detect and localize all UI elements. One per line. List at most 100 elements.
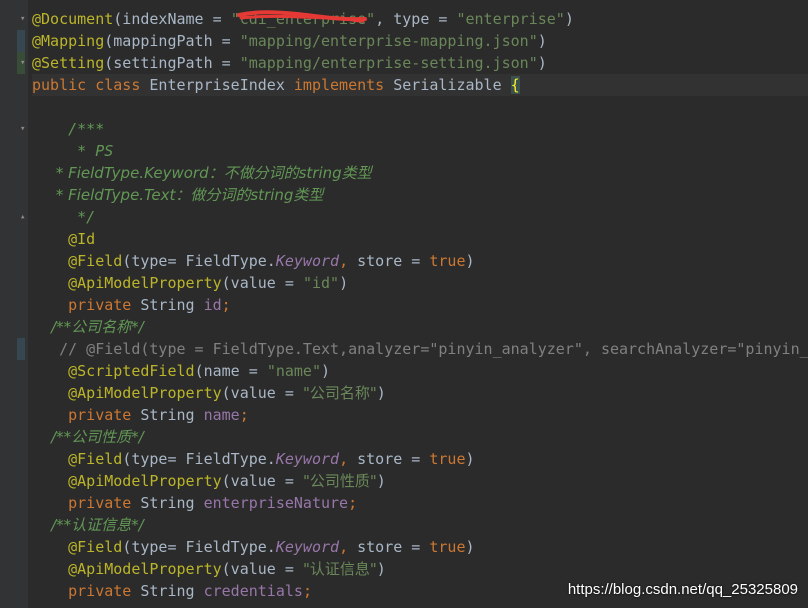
code-token: /***	[32, 120, 105, 138]
code-line-setting-annotation[interactable]: @Setting(settingPath = "mapping/enterpri…	[32, 52, 808, 74]
code-line-mapping-annotation[interactable]: @Mapping(mappingPath = "mapping/enterpri…	[32, 30, 808, 52]
code-token: @ApiModelProperty	[68, 384, 222, 402]
line-gutter[interactable]: ▾ ▾ ▾ ▴	[0, 0, 28, 608]
code-token: "mapping/enterprise-mapping.json"	[239, 32, 538, 50]
code-token: (value =	[221, 274, 303, 292]
code-line-annotation[interactable]: @Field(type= FieldType.Keyword, store = …	[32, 250, 808, 272]
code-line-class-declaration[interactable]: public class EnterpriseIndex implements …	[32, 74, 808, 96]
code-token: (type= FieldType.	[122, 538, 276, 556]
code-token: "id"	[302, 274, 340, 292]
code-token: )	[537, 32, 547, 50]
code-token: Keyword	[275, 450, 340, 468]
code-line-annotation[interactable]: @Id	[32, 228, 808, 250]
code-line-annotation[interactable]: @ApiModelProperty(value = "认证信息")	[32, 558, 808, 580]
code-lines[interactable]: @Document(indexName = "cdi_enterprise", …	[32, 8, 808, 602]
code-token: */	[32, 208, 96, 226]
code-token: credentials	[203, 582, 303, 600]
code-token: implements	[293, 76, 394, 94]
code-token: )	[465, 252, 475, 270]
code-token: * FieldType.Text：做分词的string类型	[32, 186, 324, 204]
code-line-blank[interactable]	[32, 96, 808, 118]
fold-caret-icon[interactable]: ▾	[20, 58, 27, 68]
fold-caret-icon[interactable]: ▴	[20, 212, 27, 222]
code-token: (name =	[194, 362, 267, 380]
code-line-doc-comment[interactable]: */	[32, 206, 808, 228]
code-line-doc-comment[interactable]: * FieldType.Text：做分词的string类型	[32, 184, 808, 206]
code-token: @ApiModelProperty	[68, 274, 222, 292]
code-token: "公司名称"	[302, 384, 377, 402]
code-token: ;	[302, 582, 312, 600]
code-line-doc-comment[interactable]: * PS	[32, 140, 808, 162]
code-token: Keyword	[275, 538, 340, 556]
code-token: @Mapping	[32, 32, 105, 50]
code-token: (type= FieldType.	[122, 252, 276, 270]
change-marker	[17, 338, 25, 360]
code-token: true	[429, 450, 466, 468]
code-line-annotation[interactable]: @ScriptedField(name = "name")	[32, 360, 808, 382]
code-line-annotation[interactable]: @Field(type= FieldType.Keyword, store = …	[32, 448, 808, 470]
code-token: )	[376, 472, 386, 490]
code-token: Serializable	[393, 76, 511, 94]
fold-caret-icon[interactable]: ▾	[20, 124, 27, 134]
code-token: )	[376, 384, 386, 402]
code-token: )	[465, 538, 475, 556]
code-line-annotation[interactable]: @Field(type= FieldType.Keyword, store = …	[32, 536, 808, 558]
code-line-field-declaration[interactable]: private String enterpriseNature;	[32, 492, 808, 514]
code-line-annotation[interactable]: @ApiModelProperty(value = "公司名称")	[32, 382, 808, 404]
code-token: )	[376, 560, 386, 578]
code-editor[interactable]: ▾ ▾ ▾ ▴ @Document(indexName = "cdi_enter…	[0, 0, 808, 608]
code-token: Keyword	[275, 252, 340, 270]
code-token: true	[429, 538, 466, 556]
code-token: @ScriptedField	[68, 362, 195, 380]
code-line-doc-comment[interactable]: * FieldType.Keyword：不做分词的string类型	[32, 162, 808, 184]
code-token: "name"	[266, 362, 321, 380]
code-token: store =	[357, 252, 430, 270]
code-token: ,	[339, 252, 358, 270]
code-token: String	[140, 406, 204, 424]
code-line-doc-comment[interactable]: /**公司名称*/	[32, 316, 808, 338]
code-line-line-comment[interactable]: // @Field(type = FieldType.Text,analyzer…	[32, 338, 808, 360]
code-token: (type= FieldType.	[122, 450, 276, 468]
code-token: (indexName =	[113, 10, 231, 28]
code-line-doc-annotation[interactable]: @Document(indexName = "cdi_enterprise", …	[32, 8, 808, 30]
code-token: ;	[348, 494, 358, 512]
code-token: "enterprise"	[456, 10, 565, 28]
code-token: EnterpriseIndex	[149, 76, 294, 94]
code-token: public class	[32, 76, 150, 94]
code-line-annotation[interactable]: @ApiModelProperty(value = "公司性质")	[32, 470, 808, 492]
code-token: @ApiModelProperty	[68, 560, 222, 578]
code-line-field-declaration[interactable]: private String id;	[32, 294, 808, 316]
code-token: (value =	[221, 472, 303, 490]
code-token: )	[339, 274, 349, 292]
code-token: * FieldType.Keyword：不做分词的string类型	[32, 164, 372, 182]
code-token: (mappingPath =	[104, 32, 240, 50]
code-line-field-declaration[interactable]: private String name;	[32, 404, 808, 426]
code-token: {	[510, 76, 520, 94]
code-token: ,	[339, 450, 358, 468]
fold-caret-icon[interactable]: ▾	[20, 14, 27, 24]
code-token: "mapping/enterprise-setting.json"	[239, 54, 538, 72]
code-line-annotation[interactable]: @ApiModelProperty(value = "id")	[32, 272, 808, 294]
code-token: enterpriseNature	[203, 494, 349, 512]
code-token: @Field	[68, 252, 123, 270]
code-token: )	[564, 10, 574, 28]
code-token: "认证信息"	[302, 560, 377, 578]
code-token: true	[429, 252, 466, 270]
code-line-doc-comment[interactable]: /**公司性质*/	[32, 426, 808, 448]
code-line-doc-comment[interactable]: /***	[32, 118, 808, 140]
code-token: @Field	[68, 538, 123, 556]
code-token: (value =	[221, 560, 303, 578]
code-token: "公司性质"	[302, 472, 377, 490]
code-token: private	[68, 494, 141, 512]
code-line-doc-comment[interactable]: /**认证信息*/	[32, 514, 808, 536]
code-token: ;	[221, 296, 231, 314]
